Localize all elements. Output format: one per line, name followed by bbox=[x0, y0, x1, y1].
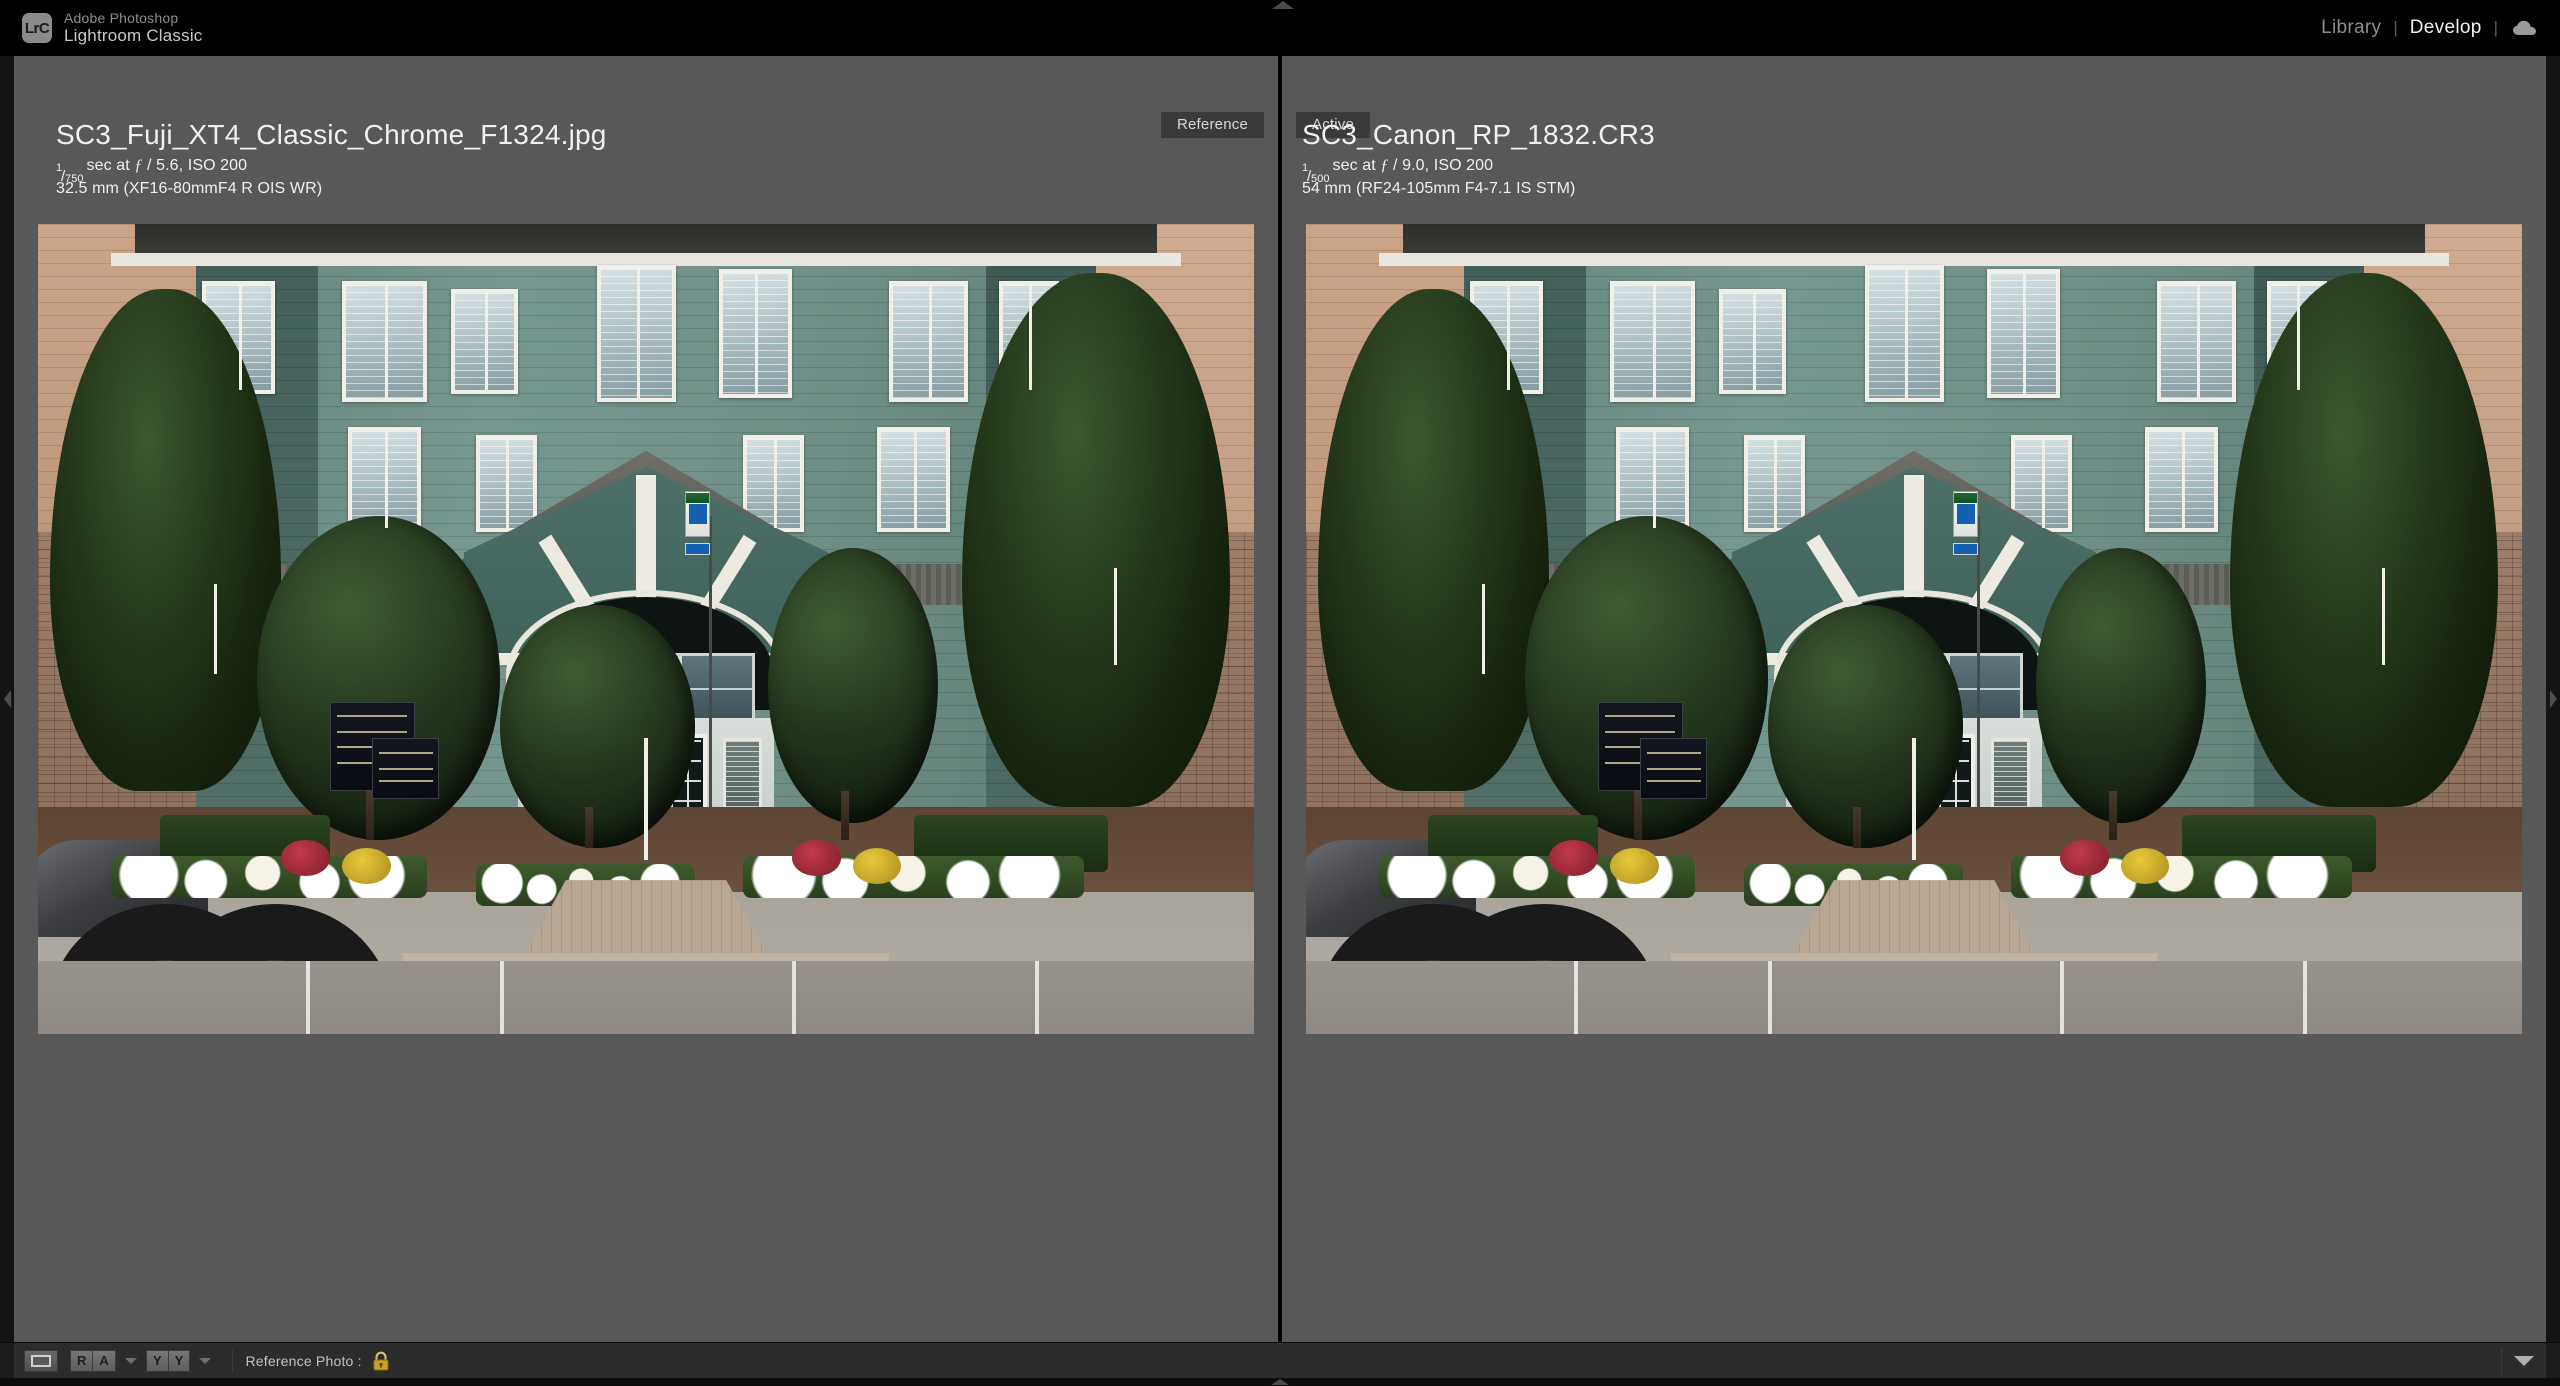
toolbar-panel-toggle[interactable] bbox=[2502, 1355, 2546, 1366]
leasing-center-sign bbox=[372, 738, 440, 800]
active-filename: SC3_Canon_RP_1832.CR3 bbox=[1302, 119, 1655, 150]
triangle-down-dots-icon bbox=[1271, 1379, 1289, 1385]
triangle-down-icon bbox=[2514, 1355, 2534, 1366]
module-library[interactable]: Library bbox=[2309, 17, 2393, 39]
active-lens-line: 54 mm (RF24-105mm F4-7.1 IS STM) bbox=[1302, 179, 1576, 197]
reference-pane[interactable]: Reference SC3_Fuji_XT4_Classic_Chrome_F1… bbox=[14, 56, 1278, 1342]
active-photo[interactable] bbox=[1306, 224, 2522, 1034]
right-panel-show-handle[interactable] bbox=[2546, 56, 2560, 1342]
filmstrip-show-handle[interactable] bbox=[0, 1378, 2560, 1386]
reference-photo-label: Reference Photo : bbox=[245, 1352, 362, 1369]
active-pane[interactable]: Active SC3_Canon_RP_1832.CR3 1 / 500 sec… bbox=[1282, 56, 2546, 1342]
loupe-view-icon[interactable] bbox=[24, 1349, 58, 1372]
exposure-text: sec at bbox=[1332, 156, 1376, 174]
aperture-symbol: ƒ bbox=[134, 156, 143, 174]
module-picker: Library | Develop | bbox=[2309, 0, 2538, 56]
aperture-symbol: ƒ bbox=[1380, 156, 1389, 174]
application-title-bar: LrC Adobe Photoshop Lightroom Classic Li… bbox=[0, 0, 2560, 56]
reference-photo[interactable] bbox=[38, 224, 1254, 1034]
active-view-button[interactable]: A bbox=[92, 1349, 116, 1372]
reference-lens-line: 32.5 mm (XF16-80mmF4 R OIS WR) bbox=[56, 179, 323, 197]
product-name: Lightroom Classic bbox=[64, 26, 203, 46]
cloud-sync-icon[interactable] bbox=[2512, 19, 2538, 37]
toolbar-divider bbox=[232, 1349, 234, 1372]
lock-closed-icon[interactable] bbox=[372, 1351, 390, 1371]
reference-view-button[interactable]: R bbox=[70, 1349, 93, 1372]
reference-view-chevron-down-icon[interactable] bbox=[124, 1357, 137, 1364]
active-photo-image bbox=[1306, 224, 2522, 1034]
module-separator-2: | bbox=[2493, 18, 2498, 37]
reference-tab-label: Reference bbox=[1160, 112, 1264, 138]
aperture-iso: / 9.0, ISO 200 bbox=[1393, 156, 1494, 174]
reserved-parking-sign bbox=[684, 491, 711, 537]
before-after-view-button[interactable]: Y Y bbox=[145, 1349, 191, 1372]
reference-metadata: SC3_Fuji_XT4_Classic_Chrome_F1324.jpg 1 … bbox=[56, 118, 607, 198]
lightroom-classic-logo-icon: LrC bbox=[22, 13, 52, 43]
leasing-center-sign bbox=[1640, 738, 1708, 800]
logo-text: LrC bbox=[24, 19, 50, 37]
left-panel-show-handle[interactable] bbox=[0, 56, 14, 1342]
module-develop[interactable]: Develop bbox=[2398, 17, 2494, 39]
exposure-text: sec at bbox=[86, 156, 130, 174]
active-exposure-line: 1 / 500 sec at ƒ / 9.0, ISO 200 bbox=[1302, 156, 1494, 185]
after-view-button[interactable]: Y bbox=[167, 1349, 191, 1372]
reference-active-view-button[interactable]: R A bbox=[70, 1349, 116, 1372]
reference-filename: SC3_Fuji_XT4_Classic_Chrome_F1324.jpg bbox=[56, 119, 607, 150]
active-metadata: SC3_Canon_RP_1832.CR3 1 / 500 sec at ƒ /… bbox=[1302, 118, 1655, 198]
reserved-parking-sign bbox=[1952, 491, 1979, 537]
develop-toolbar: R A Y Y Reference Photo : bbox=[0, 1342, 2560, 1378]
application-name: Adobe Photoshop Lightroom Classic bbox=[64, 10, 203, 46]
suite-name: Adobe Photoshop bbox=[64, 10, 179, 27]
before-after-chevron-down-icon[interactable] bbox=[199, 1357, 212, 1364]
aperture-iso: / 5.6, ISO 200 bbox=[147, 156, 248, 174]
compare-workspace: Reference SC3_Fuji_XT4_Classic_Chrome_F1… bbox=[0, 56, 2560, 1342]
reference-photo-image bbox=[38, 224, 1254, 1034]
top-panel-collapse-handle[interactable] bbox=[1272, 1, 1294, 9]
reference-compare-view: Reference SC3_Fuji_XT4_Classic_Chrome_F1… bbox=[14, 56, 2546, 1342]
before-view-button[interactable]: Y bbox=[145, 1349, 168, 1372]
triangle-right-icon bbox=[2549, 690, 2557, 708]
reference-exposure-line: 1 / 750 sec at ƒ / 5.6, ISO 200 bbox=[56, 156, 248, 185]
triangle-left-icon bbox=[3, 690, 11, 708]
